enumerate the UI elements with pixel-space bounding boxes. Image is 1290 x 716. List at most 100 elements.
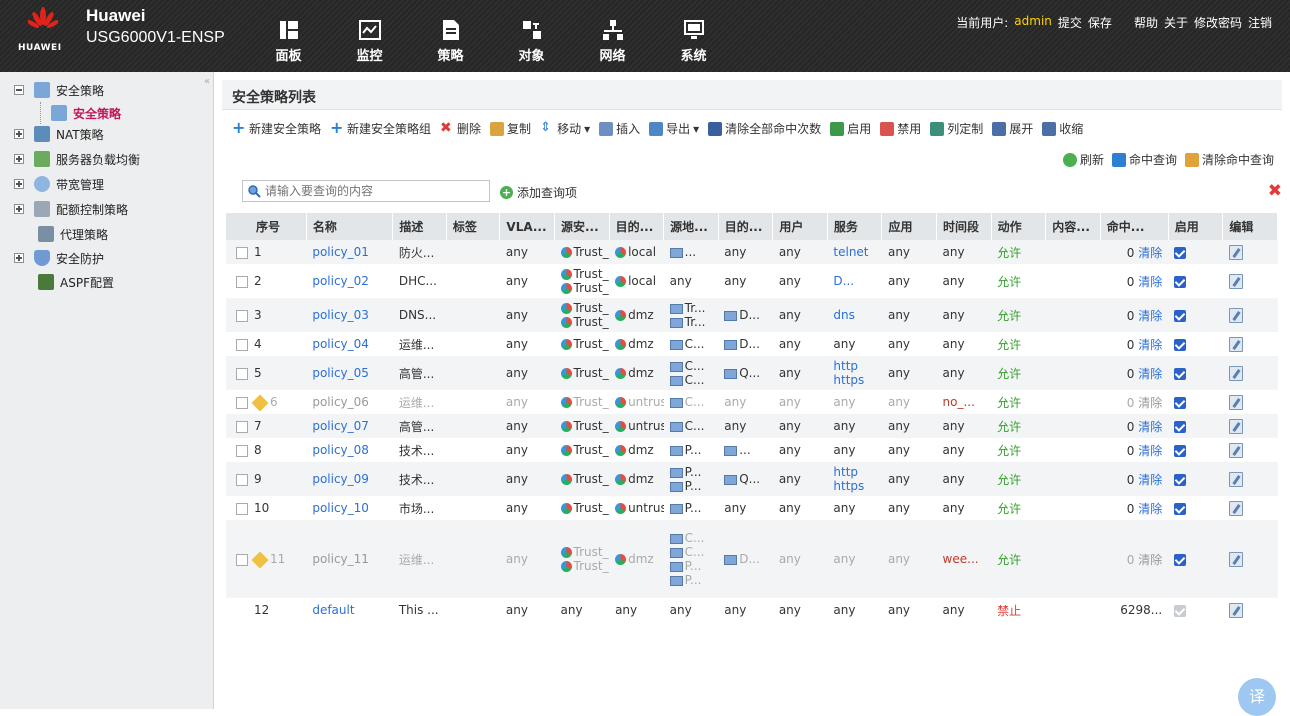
service-value[interactable]: dns — [833, 308, 854, 322]
clear-hits-link[interactable]: 清除 — [1138, 396, 1162, 410]
help-link[interactable]: 帮助 — [1134, 14, 1158, 31]
edit-icon[interactable] — [1228, 273, 1243, 289]
sidebar-item-protection[interactable]: 安全防护 — [14, 248, 104, 268]
column-header[interactable]: VLA... — [499, 213, 555, 240]
edit-icon[interactable] — [1228, 418, 1243, 434]
enable-checkbox[interactable] — [1174, 420, 1187, 433]
expand-toggle-icon[interactable] — [14, 129, 24, 139]
column-header[interactable]: 应用 — [881, 213, 938, 240]
delete-button[interactable]: ✖ 删除 — [440, 120, 481, 137]
collapse-sidebar-icon[interactable]: « — [204, 76, 210, 87]
expand-toggle-icon[interactable] — [14, 179, 24, 189]
column-header[interactable]: 编辑 — [1222, 213, 1278, 240]
enable-checkbox[interactable] — [1174, 444, 1187, 457]
about-link[interactable]: 关于 — [1164, 14, 1188, 31]
export-dropdown[interactable]: 导出 ▾ — [649, 120, 699, 137]
column-header[interactable]: 命中... — [1100, 213, 1169, 240]
search-input[interactable] — [265, 184, 485, 198]
time-value[interactable]: no_... — [943, 395, 975, 409]
column-header[interactable]: 标签 — [446, 213, 501, 240]
policy-name-link[interactable]: policy_08 — [312, 443, 369, 457]
change-password-link[interactable]: 修改密码 — [1194, 14, 1242, 31]
policy-name-link[interactable]: policy_10 — [312, 501, 369, 515]
clear-hits-link[interactable]: 清除 — [1138, 553, 1162, 567]
collapse-toggle-icon[interactable] — [14, 85, 24, 95]
copy-button[interactable]: 复制 — [490, 120, 531, 137]
table-row[interactable]: 11 policy_11 运维... any Trust_ Trust_ dmz … — [226, 520, 1278, 598]
column-header[interactable]: 启用 — [1168, 213, 1224, 240]
policy-name-link[interactable]: policy_11 — [312, 552, 369, 566]
column-header[interactable]: 目的... — [609, 213, 665, 240]
edit-icon[interactable] — [1228, 500, 1243, 516]
sidebar-item-security-policy[interactable]: 安全策略 — [14, 80, 104, 100]
expand-toggle-icon[interactable] — [14, 253, 24, 263]
policy-name-link[interactable]: policy_07 — [312, 419, 369, 433]
policy-name-link[interactable]: policy_04 — [312, 337, 369, 351]
row-checkbox[interactable] — [236, 309, 248, 322]
table-row[interactable]: 4 policy_04 运维... any Trust_ dmz C... D.… — [226, 332, 1278, 356]
nav-object[interactable]: 对象 — [491, 18, 572, 70]
enable-checkbox[interactable] — [1174, 553, 1187, 566]
column-header[interactable]: 动作 — [991, 213, 1047, 240]
move-dropdown[interactable]: ⇕ 移动 ▾ — [540, 120, 590, 137]
sidebar-item-server-lb[interactable]: 服务器负载均衡 — [14, 149, 140, 169]
table-row[interactable]: 3 policy_03 DNS... any Trust_ Trust_ dmz … — [226, 298, 1278, 332]
enable-checkbox[interactable] — [1174, 246, 1187, 259]
enable-checkbox[interactable] — [1174, 309, 1187, 322]
clear-hits-link[interactable]: 清除 — [1138, 275, 1162, 289]
sidebar-item-proxy[interactable]: 代理策略 — [38, 224, 108, 244]
table-row[interactable]: 10 policy_10 市场... any Trust_ untrus P..… — [226, 496, 1278, 520]
column-header[interactable]: 序号 — [226, 213, 307, 240]
sidebar-item-quota[interactable]: 配额控制策略 — [14, 199, 128, 219]
add-query-button[interactable]: + 添加查询项 — [500, 184, 577, 201]
clear-hit-query-button[interactable]: 清除命中查询 — [1184, 151, 1274, 168]
hit-query-button[interactable]: 命中查询 — [1111, 151, 1177, 168]
policy-name-link[interactable]: policy_02 — [312, 274, 369, 288]
service-value[interactable]: D... — [833, 274, 854, 288]
column-header[interactable]: 时间段 — [936, 213, 992, 240]
row-checkbox[interactable] — [236, 367, 248, 380]
table-row[interactable]: 5 policy_05 高管... any Trust_ dmz C... C..… — [226, 356, 1278, 390]
column-header[interactable]: 源安... — [554, 213, 610, 240]
row-checkbox[interactable] — [236, 553, 248, 566]
column-header[interactable]: 目的... — [718, 213, 774, 240]
close-search-icon[interactable]: ✖ — [1268, 181, 1282, 201]
column-header[interactable]: 描述 — [392, 213, 447, 240]
table-row[interactable]: 2 policy_02 DHC... any Trust_ Trust_ loca… — [226, 264, 1278, 298]
sidebar-item-nat-policy[interactable]: NAT策略 — [14, 124, 104, 144]
enable-checkbox[interactable] — [1174, 275, 1187, 288]
edit-icon[interactable] — [1228, 442, 1243, 458]
edit-icon[interactable] — [1228, 244, 1243, 260]
nav-policy[interactable]: 策略 — [410, 18, 491, 70]
table-row[interactable]: 1 policy_01 防火... any Trust_ local ... a… — [226, 240, 1278, 264]
collapse-button[interactable]: 收缩 — [1042, 120, 1083, 137]
row-checkbox[interactable] — [236, 502, 248, 515]
submit-link[interactable]: 提交 — [1058, 14, 1082, 31]
expand-toggle-icon[interactable] — [14, 154, 24, 164]
clear-hits-link[interactable]: 清除 — [1138, 309, 1162, 323]
enable-checkbox[interactable] — [1174, 367, 1187, 380]
expand-button[interactable]: 展开 — [992, 120, 1033, 137]
enable-button[interactable]: 启用 — [830, 120, 871, 137]
service-value[interactable]: https — [833, 373, 864, 387]
edit-icon[interactable] — [1228, 336, 1243, 352]
row-checkbox[interactable] — [236, 396, 248, 409]
edit-icon[interactable] — [1228, 307, 1243, 323]
service-value[interactable]: telnet — [833, 245, 868, 259]
edit-icon[interactable] — [1228, 365, 1243, 381]
table-row[interactable]: 9 policy_09 技术... any Trust_ dmz P... P..… — [226, 462, 1278, 496]
row-checkbox[interactable] — [236, 473, 248, 486]
row-checkbox[interactable] — [236, 275, 248, 288]
nav-system[interactable]: 系统 — [653, 18, 734, 70]
nav-network[interactable]: 网络 — [572, 18, 653, 70]
column-header[interactable]: 服务 — [827, 213, 883, 240]
policy-name-link[interactable]: default — [312, 603, 354, 617]
enable-checkbox[interactable] — [1174, 396, 1187, 409]
policy-name-link[interactable]: policy_01 — [312, 245, 369, 259]
table-row[interactable]: 12 default This ... any any any any any … — [226, 598, 1278, 622]
table-row[interactable]: 6 policy_06 运维... any Trust_ untrus C...… — [226, 390, 1278, 414]
search-field[interactable] — [242, 180, 490, 202]
enable-checkbox[interactable] — [1174, 473, 1187, 486]
sidebar-subitem-security-policy[interactable]: 安全策略 — [40, 102, 121, 124]
translate-button[interactable]: 译 — [1238, 678, 1276, 716]
